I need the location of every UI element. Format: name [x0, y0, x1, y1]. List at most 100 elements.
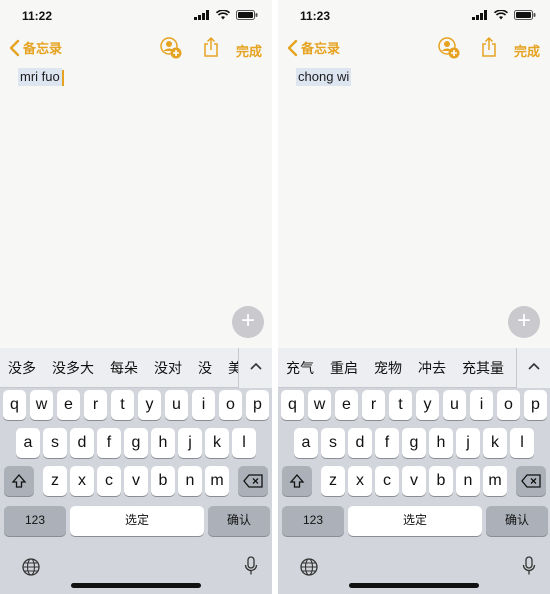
key-e[interactable]: e: [56, 390, 81, 420]
nav-bar: 备忘录 完成: [0, 32, 272, 66]
key-s[interactable]: s: [43, 428, 67, 458]
shift-key[interactable]: [282, 466, 312, 496]
key-v[interactable]: v: [124, 466, 148, 496]
key-o[interactable]: o: [496, 390, 521, 420]
add-person-icon[interactable]: [160, 37, 182, 59]
candidate-item[interactable]: 冲去: [410, 358, 454, 378]
candidate-item[interactable]: 充气: [278, 358, 322, 378]
key-b[interactable]: b: [151, 466, 175, 496]
candidate-item[interactable]: 充其量: [454, 358, 512, 378]
key-k[interactable]: k: [483, 428, 507, 458]
key-j[interactable]: j: [456, 428, 480, 458]
key-m[interactable]: m: [205, 466, 229, 496]
shift-key[interactable]: [4, 466, 34, 496]
microphone-icon[interactable]: [244, 556, 258, 576]
key-q[interactable]: q: [2, 390, 27, 420]
candidate-item[interactable]: 没多: [0, 358, 44, 378]
key-g[interactable]: g: [124, 428, 148, 458]
back-button[interactable]: 备忘录: [286, 38, 340, 57]
key-y[interactable]: y: [137, 390, 162, 420]
key-z[interactable]: z: [321, 466, 345, 496]
key-h[interactable]: h: [429, 428, 453, 458]
key-b[interactable]: b: [429, 466, 453, 496]
add-person-icon[interactable]: [438, 37, 460, 59]
key-c[interactable]: c: [375, 466, 399, 496]
text-caret: [62, 70, 64, 86]
key-j[interactable]: j: [178, 428, 202, 458]
key-p[interactable]: p: [523, 390, 548, 420]
key-d[interactable]: d: [348, 428, 372, 458]
done-button[interactable]: 完成: [236, 41, 262, 60]
key-q[interactable]: q: [280, 390, 305, 420]
backspace-key[interactable]: [238, 466, 268, 496]
key-o[interactable]: o: [218, 390, 243, 420]
candidate-item[interactable]: 没: [190, 358, 220, 378]
candidate-item[interactable]: 没对: [146, 358, 190, 378]
space-key[interactable]: 选定: [348, 506, 482, 536]
confirm-key[interactable]: 确认: [208, 506, 270, 536]
key-p[interactable]: p: [245, 390, 270, 420]
key-w[interactable]: w: [29, 390, 54, 420]
key-t[interactable]: t: [388, 390, 413, 420]
add-button[interactable]: +: [232, 306, 264, 338]
key-e[interactable]: e: [334, 390, 359, 420]
backspace-key[interactable]: [516, 466, 546, 496]
key-l[interactable]: l: [510, 428, 534, 458]
done-button[interactable]: 完成: [514, 41, 540, 60]
note-text-marked[interactable]: chong wi: [296, 68, 352, 86]
candidate-item[interactable]: 每朵: [102, 358, 146, 378]
confirm-key[interactable]: 确认: [486, 506, 548, 536]
share-icon[interactable]: [481, 36, 497, 58]
key-n[interactable]: n: [456, 466, 480, 496]
candidate-item[interactable]: 没多大: [44, 358, 102, 378]
backspace-icon: [521, 474, 541, 488]
back-button[interactable]: 备忘录: [8, 38, 62, 57]
space-key[interactable]: 选定: [70, 506, 204, 536]
note-text-marked[interactable]: mri fuo: [18, 68, 62, 86]
key-w[interactable]: w: [307, 390, 332, 420]
nav-bar: 备忘录 完成: [278, 32, 550, 66]
key-i[interactable]: i: [191, 390, 216, 420]
key-f[interactable]: f: [375, 428, 399, 458]
key-x[interactable]: x: [70, 466, 94, 496]
key-d[interactable]: d: [70, 428, 94, 458]
expand-candidates-button[interactable]: [238, 348, 272, 388]
key-u[interactable]: u: [442, 390, 467, 420]
key-l[interactable]: l: [232, 428, 256, 458]
key-s[interactable]: s: [321, 428, 345, 458]
candidate-item[interactable]: 美: [220, 358, 238, 378]
candidate-item[interactable]: 宠物: [366, 358, 410, 378]
notes-screen-right: 11:23 备忘录 完成 chong wi + 充气重启宠物冲去充其量: [278, 0, 550, 594]
key-a[interactable]: a: [294, 428, 318, 458]
key-f[interactable]: f: [97, 428, 121, 458]
candidate-item[interactable]: 重启: [322, 358, 366, 378]
share-icon[interactable]: [203, 36, 219, 58]
microphone-icon[interactable]: [522, 556, 536, 576]
key-v[interactable]: v: [402, 466, 426, 496]
plus-icon: +: [240, 307, 255, 334]
key-h[interactable]: h: [151, 428, 175, 458]
globe-icon[interactable]: [300, 558, 318, 576]
numbers-key[interactable]: 123: [282, 506, 344, 536]
numbers-key[interactable]: 123: [4, 506, 66, 536]
battery-icon: [514, 10, 536, 20]
key-u[interactable]: u: [164, 390, 189, 420]
key-n[interactable]: n: [178, 466, 202, 496]
key-r[interactable]: r: [83, 390, 108, 420]
key-r[interactable]: r: [361, 390, 386, 420]
globe-icon[interactable]: [22, 558, 40, 576]
key-i[interactable]: i: [469, 390, 494, 420]
key-t[interactable]: t: [110, 390, 135, 420]
key-k[interactable]: k: [205, 428, 229, 458]
key-g[interactable]: g: [402, 428, 426, 458]
key-a[interactable]: a: [16, 428, 40, 458]
key-c[interactable]: c: [97, 466, 121, 496]
back-label: 备忘录: [23, 41, 63, 56]
key-z[interactable]: z: [43, 466, 67, 496]
key-m[interactable]: m: [483, 466, 507, 496]
key-x[interactable]: x: [348, 466, 372, 496]
chevron-left-icon: [9, 39, 20, 56]
key-y[interactable]: y: [415, 390, 440, 420]
expand-candidates-button[interactable]: [516, 348, 550, 388]
add-button[interactable]: +: [508, 306, 540, 338]
